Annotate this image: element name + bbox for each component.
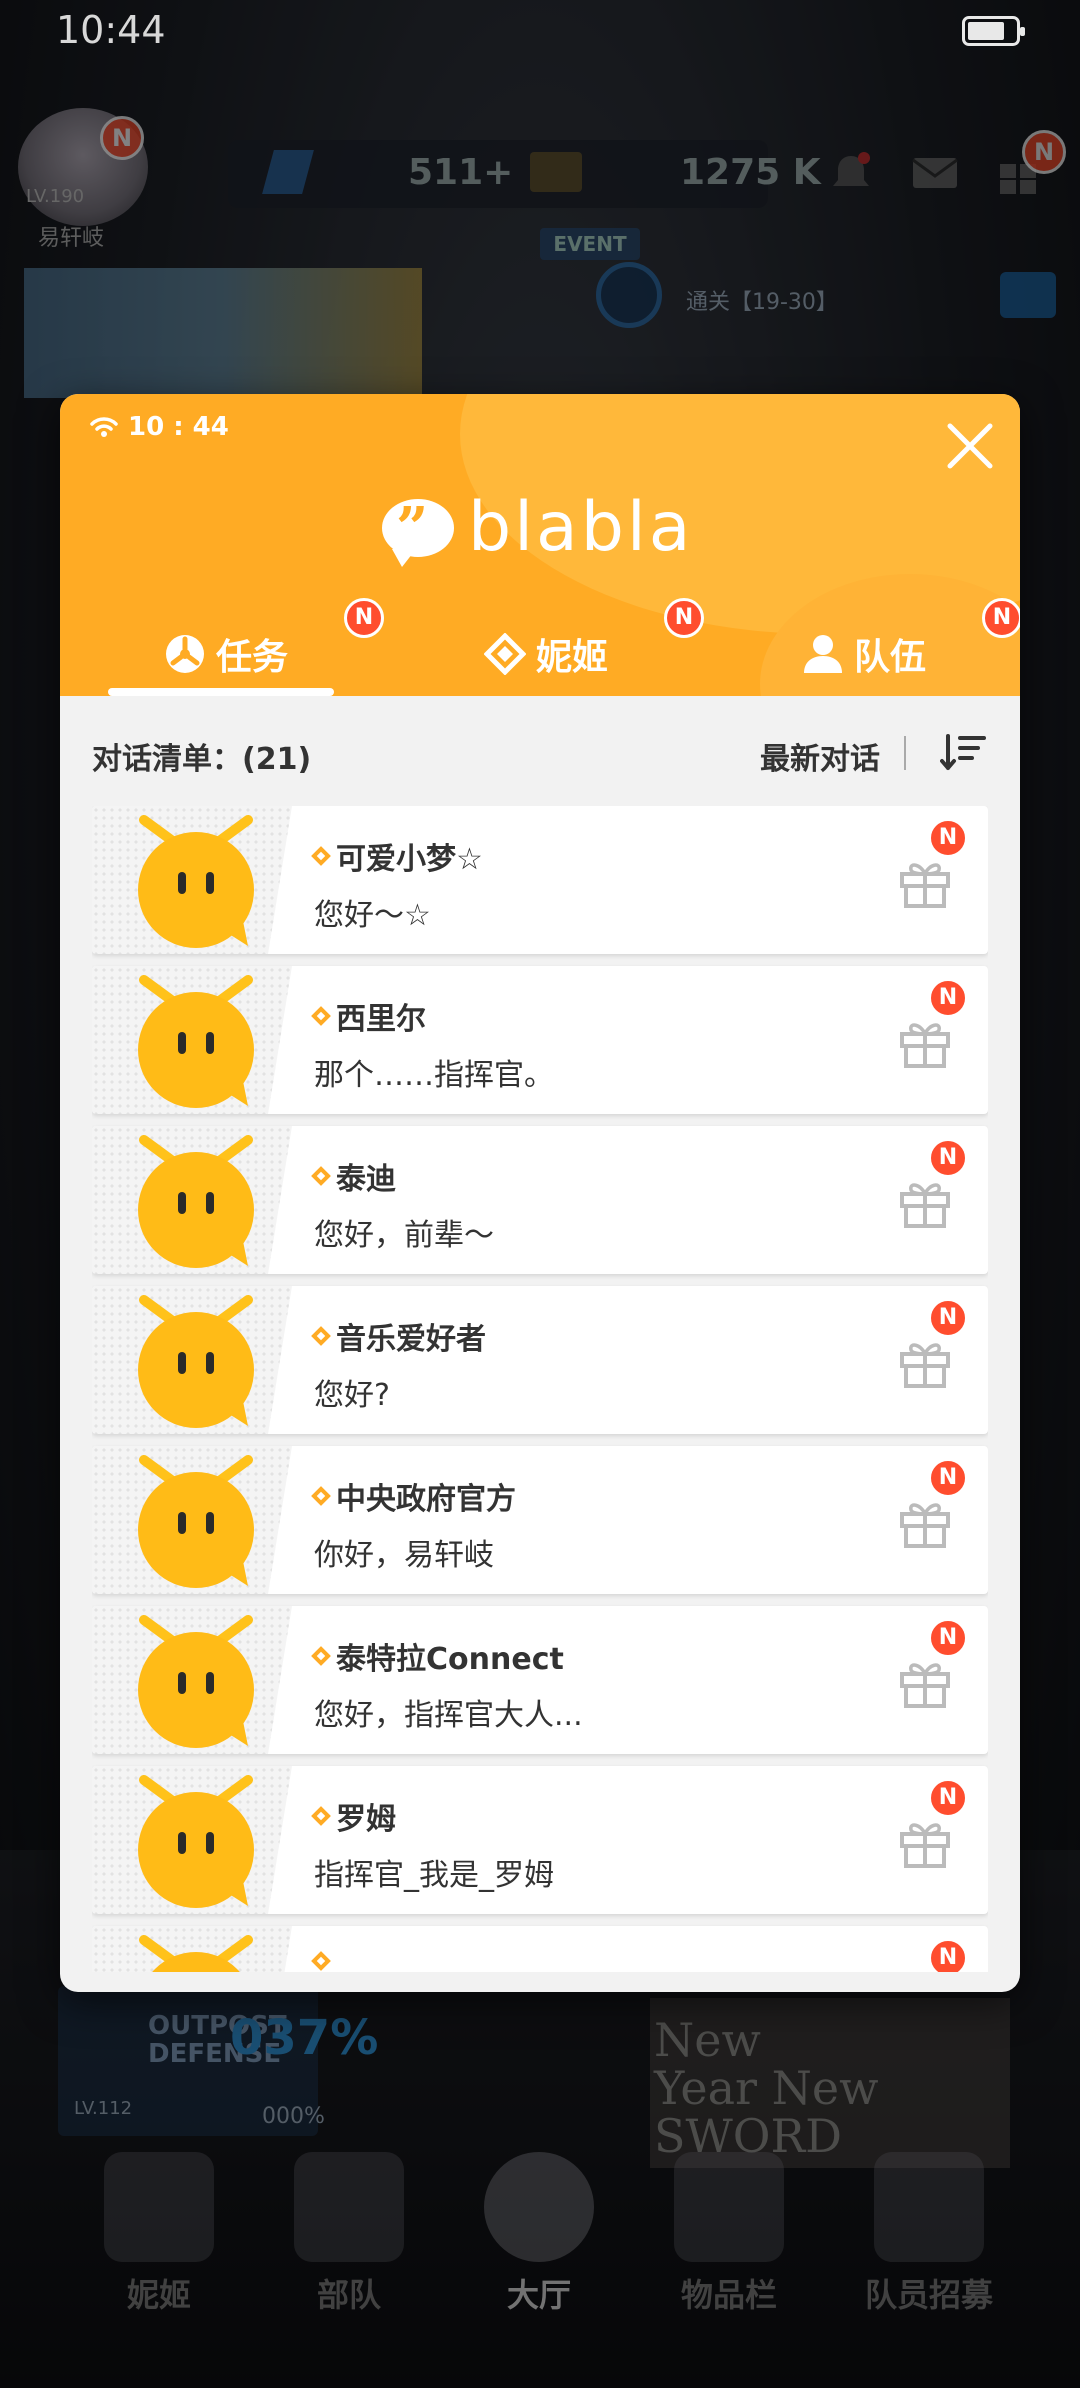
last-message: 您好，指挥官大人... xyxy=(314,1698,583,1733)
conversation-item[interactable]: 泰特拉Connect 您好，指挥官大人... N xyxy=(92,1606,988,1754)
new-badge: N xyxy=(928,818,968,858)
contact-name-text: 可爱小梦☆ xyxy=(336,842,483,877)
list-header: 对话清单：(21) 最新对话 xyxy=(60,696,1020,806)
modal-status-bar: 10 : 44 xyxy=(90,412,229,442)
contact-name: 泰特拉Connect xyxy=(311,1634,564,1678)
contact-name-text: 罗姆 xyxy=(336,1802,396,1837)
diamond-icon xyxy=(311,1006,331,1026)
mission-icon xyxy=(166,635,204,673)
contact-name: 中央政府官方 xyxy=(311,1474,516,1518)
new-badge: N xyxy=(344,598,384,638)
conversation-item[interactable]: 音乐爱好者 您好? N xyxy=(92,1286,988,1434)
tab-bar: 任务 N 妮姬 N 队伍 N xyxy=(60,598,1020,696)
new-badge: N xyxy=(982,598,1020,638)
tab-team[interactable]: 队伍 N xyxy=(802,598,1020,696)
contact-name: 西里尔 xyxy=(311,994,426,1038)
diamond-icon xyxy=(311,846,331,866)
diamond-icon xyxy=(484,633,526,675)
new-badge: N xyxy=(928,1298,968,1338)
new-badge: N xyxy=(928,1458,968,1498)
conversation-item[interactable]: 中央政府官方 你好，易轩岐 N xyxy=(92,1446,988,1594)
gift-icon[interactable] xyxy=(898,1176,952,1230)
gift-icon[interactable] xyxy=(898,856,952,910)
gift-icon[interactable] xyxy=(898,1656,952,1710)
last-message: 您好～☆ xyxy=(314,898,431,933)
contact-name: 罗姆 xyxy=(311,1794,396,1838)
new-badge: N xyxy=(928,978,968,1018)
divider xyxy=(904,736,906,770)
contact-name: 可爱小梦☆ xyxy=(311,834,483,878)
last-message: 指挥官_我是_罗姆 xyxy=(314,1858,554,1893)
conversation-item[interactable]: 泰迪 您好，前辈～ N xyxy=(92,1126,988,1274)
new-badge: N xyxy=(928,1138,968,1178)
contact-name: 泰迪 xyxy=(311,1154,396,1198)
new-badge: N xyxy=(928,1938,968,1972)
diamond-icon xyxy=(311,1951,331,1971)
conversation-list[interactable]: 可爱小梦☆ 您好～☆ N 西里尔 那个……指挥官。 N 泰迪 您好，前辈～ N … xyxy=(92,806,988,1972)
active-tab-indicator xyxy=(108,688,334,696)
blabla-avatar-icon xyxy=(138,1615,254,1748)
contact-name: 音乐爱好者 xyxy=(311,1314,486,1358)
tab-label: 妮姬 xyxy=(536,637,609,678)
new-badge: N xyxy=(928,1778,968,1818)
conversation-item[interactable]: N xyxy=(92,1926,988,1972)
gift-icon[interactable] xyxy=(898,1336,952,1390)
blabla-avatar-icon xyxy=(138,815,254,948)
diamond-icon xyxy=(311,1486,331,1506)
contact-name-text: 中央政府官方 xyxy=(336,1482,516,1517)
blabla-modal: 10 : 44 ” blabla 任务 N 妮姬 N 队伍 N 对话清单：(21… xyxy=(60,394,1020,1992)
diamond-icon xyxy=(311,1166,331,1186)
quote-bubble-icon: ” xyxy=(382,495,454,567)
gift-icon[interactable] xyxy=(898,1496,952,1550)
contact-name xyxy=(311,1951,336,1971)
close-icon[interactable] xyxy=(942,418,998,474)
blabla-avatar-icon xyxy=(138,1135,254,1268)
status-time: 10:44 xyxy=(56,8,166,52)
conversation-item[interactable]: 西里尔 那个……指挥官。 N xyxy=(92,966,988,1114)
new-badge: N xyxy=(664,598,704,638)
blabla-avatar-icon xyxy=(139,1935,253,1972)
blabla-avatar-icon xyxy=(138,1295,254,1428)
diamond-icon xyxy=(311,1806,331,1826)
sort-icon[interactable] xyxy=(940,732,986,772)
sort-label[interactable]: 最新对话 xyxy=(760,734,880,778)
tab-nikke[interactable]: 妮姬 N xyxy=(484,598,704,696)
person-icon xyxy=(804,635,842,673)
blabla-avatar-icon xyxy=(138,975,254,1108)
tab-label: 任务 xyxy=(216,637,289,678)
conversation-count: 对话清单：(21) xyxy=(92,742,312,777)
last-message: 您好，前辈～ xyxy=(314,1218,494,1253)
wifi-icon xyxy=(90,416,118,438)
blabla-avatar-icon xyxy=(138,1455,254,1588)
conversation-item[interactable]: 罗姆 指挥官_我是_罗姆 N xyxy=(92,1766,988,1914)
tab-label: 队伍 xyxy=(854,637,927,678)
contact-name-text: 泰迪 xyxy=(336,1162,396,1197)
contact-name-text: 泰特拉Connect xyxy=(336,1642,564,1677)
gift-icon[interactable] xyxy=(898,1816,952,1870)
diamond-icon xyxy=(311,1326,331,1346)
blabla-logo: ” blabla xyxy=(382,488,694,567)
diamond-icon xyxy=(311,1646,331,1666)
battery-icon xyxy=(962,16,1025,46)
blabla-avatar-icon xyxy=(138,1775,254,1908)
modal-header: 10 : 44 ” blabla 任务 N 妮姬 N 队伍 N xyxy=(60,394,1020,696)
logo-text: blabla xyxy=(468,488,694,567)
last-message: 您好? xyxy=(314,1378,390,1413)
modal-status-time: 10 : 44 xyxy=(128,412,229,442)
last-message: 你好，易轩岐 xyxy=(314,1538,494,1573)
tab-missions[interactable]: 任务 N xyxy=(164,598,384,696)
contact-name-text: 音乐爱好者 xyxy=(336,1322,486,1357)
conversation-item[interactable]: 可爱小梦☆ 您好～☆ N xyxy=(92,806,988,954)
contact-name-text: 西里尔 xyxy=(336,1002,426,1037)
last-message: 那个……指挥官。 xyxy=(314,1058,554,1093)
gift-icon[interactable] xyxy=(898,1016,952,1070)
new-badge: N xyxy=(928,1618,968,1658)
